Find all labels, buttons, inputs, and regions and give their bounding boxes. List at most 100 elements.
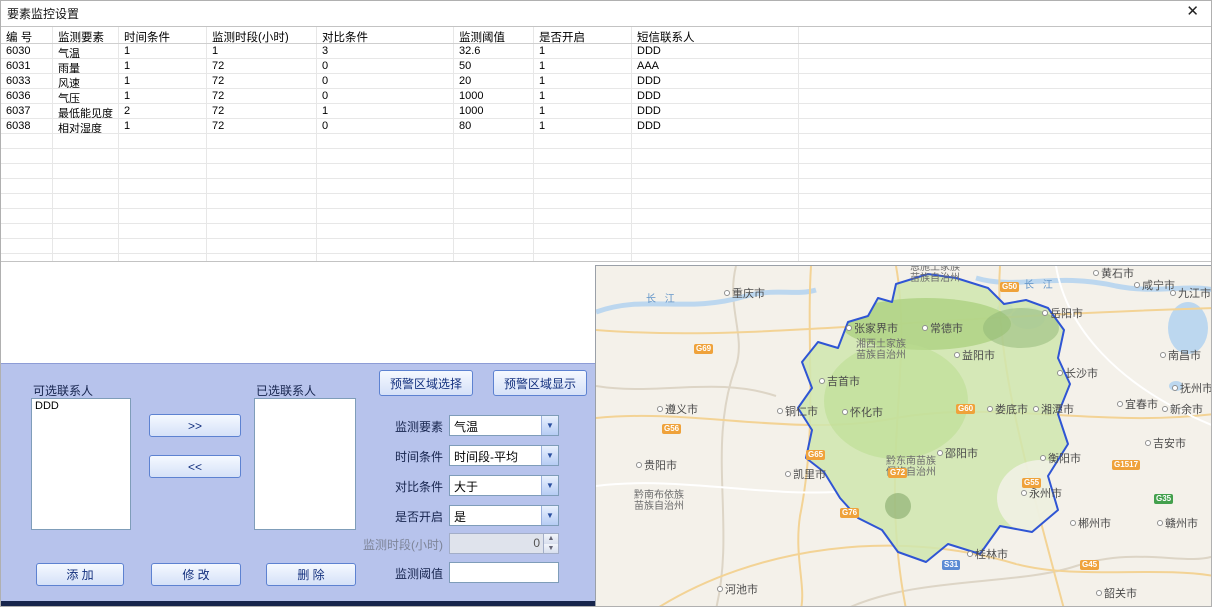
table-cell [799,44,1212,58]
table-cell [534,164,632,178]
table-row-empty[interactable] [1,239,1212,254]
map-city-label: 恩施土家族 苗族自治州 [910,265,960,284]
threshold-input[interactable] [449,562,559,583]
map-city-label: 韶关市 [1096,588,1137,600]
table-cell: 气温 [53,44,119,58]
map-city-label: 吉首市 [819,376,860,388]
table-row-empty[interactable] [1,149,1212,164]
map-water-label: 长 江 [646,290,678,305]
available-contacts-list[interactable]: DDD [31,398,131,530]
combo-value: 气温 [450,416,541,435]
table-row-empty[interactable] [1,209,1212,224]
table-row-empty[interactable] [1,194,1212,209]
selected-contacts-list[interactable] [254,398,356,530]
list-item[interactable]: DDD [32,399,130,413]
warning-area-select-button[interactable]: 预警区域选择 [379,370,473,396]
delete-button[interactable]: 删 除 [266,563,356,586]
table-row-empty[interactable] [1,164,1212,179]
table-cell [454,134,534,148]
table-cell [454,209,534,223]
table-row-empty[interactable] [1,179,1212,194]
table-cell: 72 [207,119,317,133]
chevron-down-icon[interactable]: ▼ [541,476,558,495]
column-header[interactable]: 编 号 [1,27,53,43]
table-cell: 6031 [1,59,53,73]
chevron-down-icon[interactable]: ▼ [541,446,558,465]
close-icon[interactable]: ✕ [1186,4,1199,20]
map-city-label: 吉安市 [1145,438,1186,450]
table-cell [799,89,1212,103]
column-header[interactable] [799,27,1212,43]
table-cell: 1 [119,89,207,103]
table-row[interactable]: 6033风速1720201DDD [1,74,1212,89]
move-right-button[interactable]: >> [149,414,241,437]
table-row-empty[interactable] [1,254,1212,262]
map-city-label: 遵义市 [657,404,698,416]
table-cell [207,164,317,178]
map-city-label: 抚州市 [1172,383,1212,395]
map-city-label: 九江市 [1170,288,1211,300]
table-cell [53,179,119,193]
table-cell [799,59,1212,73]
map-city-label: 南昌市 [1160,350,1201,362]
spin-up-icon[interactable]: ▲ [544,534,558,544]
warning-area-map[interactable]: 重庆市咸宁市黄石市九江市岳阳市张家界市常德市恩施土家族 苗族自治州湘西土家族 苗… [595,265,1212,607]
table-cell [1,149,53,163]
table-cell [207,194,317,208]
column-header[interactable]: 监测时段(小时) [207,27,317,43]
table-cell [317,224,454,238]
monitor-element-select[interactable]: 气温 ▼ [449,415,559,436]
modify-button[interactable]: 修 改 [151,563,241,586]
column-header[interactable]: 对比条件 [317,27,454,43]
road-badge: G69 [694,344,713,354]
table-row[interactable]: 6036气压172010001DDD [1,89,1212,104]
spin-down-icon[interactable]: ▼ [544,544,558,554]
road-badge: G35 [1154,494,1173,504]
column-header[interactable]: 时间条件 [119,27,207,43]
time-condition-select[interactable]: 时间段-平均 ▼ [449,445,559,466]
map-water-label: 长 江 [1024,276,1056,291]
table-cell [317,179,454,193]
table-cell: 1 [534,74,632,88]
period-spinner[interactable]: 0 ▲▼ [449,533,559,554]
column-header[interactable]: 短信联系人 [632,27,799,43]
table-cell [119,149,207,163]
column-header[interactable]: 监测阈值 [454,27,534,43]
table-cell [454,164,534,178]
table-cell [207,209,317,223]
table-row-empty[interactable] [1,224,1212,239]
table-cell [53,134,119,148]
compare-condition-select[interactable]: 大于 ▼ [449,475,559,496]
table-cell [454,194,534,208]
warning-area-display-button[interactable]: 预警区域显示 [493,370,587,396]
chevron-down-icon[interactable]: ▼ [541,506,558,525]
table-row-empty[interactable] [1,134,1212,149]
table-body: 6030气温11332.61DDD6031雨量1720501AAA6033风速1… [1,44,1212,262]
map-city-label: 河池市 [717,584,758,596]
table-row[interactable]: 6030气温11332.61DDD [1,44,1212,59]
table-cell: 72 [207,74,317,88]
table-cell: 气压 [53,89,119,103]
contacts-settings-panel: 可选联系人 DDD 已选联系人 >> << 预警区域选择 预警区域显示 监测要素… [1,363,595,601]
chevron-down-icon[interactable]: ▼ [541,416,558,435]
table-cell [207,239,317,253]
add-button[interactable]: 添 加 [36,563,124,586]
table-row[interactable]: 6031雨量1720501AAA [1,59,1212,74]
map-city-label: 怀化市 [842,407,883,419]
table-cell [799,134,1212,148]
table-cell [632,134,799,148]
move-left-button[interactable]: << [149,455,241,478]
table-cell: 1 [534,44,632,58]
table-row[interactable]: 6038相对湿度1720801DDD [1,119,1212,134]
table-cell [534,209,632,223]
table-cell [799,209,1212,223]
road-badge: G72 [888,468,907,478]
table-cell [799,254,1212,262]
column-header[interactable]: 监测要素 [53,27,119,43]
enabled-select[interactable]: 是 ▼ [449,505,559,526]
map-city-label: 衡阳市 [1040,453,1081,465]
column-header[interactable]: 是否开启 [534,27,632,43]
table-row[interactable]: 6037最低能见度272110001DDD [1,104,1212,119]
window-title: 要素监控设置 [7,5,79,22]
table-cell [119,179,207,193]
